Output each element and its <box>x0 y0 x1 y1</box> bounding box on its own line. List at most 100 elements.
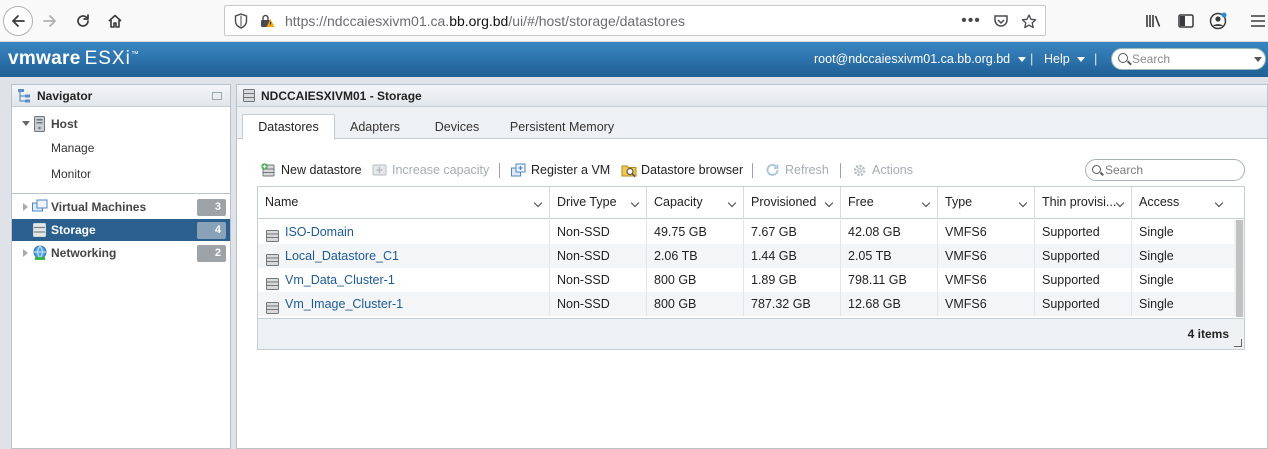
arrow-right-icon <box>43 15 56 27</box>
table-row[interactable]: Local_Datastore_C1 Non-SSD 2.06 TB 1.44 … <box>258 244 1234 268</box>
sidebar-icon[interactable] <box>1176 11 1196 31</box>
chevron-down-icon <box>1017 57 1026 63</box>
datastore-icon <box>266 298 279 314</box>
chevron-down-icon[interactable] <box>1115 198 1125 208</box>
register-vm-button[interactable]: Register a VM <box>511 161 610 179</box>
back-button[interactable] <box>3 6 33 36</box>
datastore-icon <box>266 250 279 266</box>
collapse-navigator-icon[interactable] <box>212 92 222 100</box>
pocket-icon[interactable] <box>993 13 1009 29</box>
nav-item-storage[interactable]: Storage 4 <box>12 219 230 241</box>
tab-datastores[interactable]: Datastores <box>242 114 335 140</box>
logo-vmware-text: vmware <box>8 48 81 69</box>
address-bar[interactable]: https://ndccaiesxivm01.ca.bb.org.bd/ui/#… <box>224 5 1046 36</box>
nav-divider <box>12 193 230 194</box>
tab-adapters[interactable]: Adapters <box>339 114 411 140</box>
chevron-down-icon[interactable] <box>1214 198 1224 208</box>
url-text[interactable]: https://ndccaiesxivm01.ca.bb.org.bd/ui/#… <box>285 13 685 29</box>
increase-capacity-button[interactable]: Increase capacity <box>372 161 489 179</box>
storage-icon <box>243 89 255 102</box>
actions-button[interactable]: Actions <box>852 161 913 179</box>
cell-name: Vm_Image_Cluster-1 <box>258 292 550 316</box>
column-header-drive-type[interactable]: Drive Type <box>550 187 647 219</box>
chevron-down-icon[interactable] <box>630 198 640 208</box>
page-title: NDCCAIESXIVM01 - Storage <box>261 88 422 103</box>
cell-drive-type: Non-SSD <box>550 268 647 292</box>
datastore-link[interactable]: Vm_Image_Cluster-1 <box>285 297 403 311</box>
datastore-browser-button[interactable]: Datastore browser <box>621 161 743 179</box>
shield-icon[interactable] <box>233 13 249 29</box>
nav-item-manage[interactable]: Manage <box>12 137 230 159</box>
cell-provisioned: 1.44 GB <box>744 244 841 268</box>
warning-lock-icon[interactable] <box>259 13 275 29</box>
logo-product-text: ESXi <box>84 48 131 69</box>
count-badge: 4 <box>197 222 226 239</box>
cell-free: 798.11 GB <box>841 268 938 292</box>
column-header-access[interactable]: Access <box>1132 187 1244 219</box>
increase-capacity-icon <box>372 163 387 177</box>
chevron-down-icon[interactable] <box>1018 198 1028 208</box>
forward-button[interactable] <box>35 6 65 36</box>
cell-type: VMFS6 <box>938 244 1035 268</box>
page-actions-icon[interactable]: ••• <box>961 12 980 29</box>
toolbar-separator <box>752 163 753 178</box>
column-header-capacity[interactable]: Capacity <box>647 187 744 219</box>
expand-toggle-icon[interactable] <box>22 121 30 126</box>
account-icon[interactable] <box>1208 11 1228 31</box>
nav-item-networking[interactable]: Networking 2 <box>12 242 230 264</box>
datastore-link[interactable]: ISO-Domain <box>285 225 354 239</box>
expand-toggle-icon[interactable] <box>23 203 28 211</box>
chevron-down-icon[interactable] <box>824 198 834 208</box>
column-header-provisioned[interactable]: Provisioned <box>744 187 841 219</box>
refresh-button[interactable]: Refresh <box>765 161 829 179</box>
nav-item-host[interactable]: Host <box>12 113 230 135</box>
tab-devices[interactable]: Devices <box>425 114 489 140</box>
items-count: 4 items <box>1187 327 1229 341</box>
vmware-esxi-logo: vmware ESXi™ <box>8 48 140 69</box>
table-row[interactable]: Vm_Image_Cluster-1 Non-SSD 800 GB 787.32… <box>258 292 1234 316</box>
chevron-down-icon[interactable] <box>727 198 737 208</box>
table-row[interactable]: Vm_Data_Cluster-1 Non-SSD 800 GB 1.89 GB… <box>258 268 1234 292</box>
column-header-name[interactable]: Name <box>258 187 550 219</box>
cell-drive-type: Non-SSD <box>550 292 647 316</box>
datastore-search-input[interactable]: Search <box>1085 159 1245 181</box>
home-button[interactable] <box>100 6 130 36</box>
expand-toggle-icon[interactable] <box>23 249 28 257</box>
tab-label: Devices <box>434 120 480 134</box>
new-datastore-button[interactable]: New datastore <box>261 161 362 179</box>
library-icon[interactable] <box>1144 11 1164 31</box>
column-header-thin-provisioning[interactable]: Thin provisi... <box>1035 187 1132 219</box>
nav-item-monitor[interactable]: Monitor <box>12 163 230 185</box>
table-row[interactable]: ISO-Domain Non-SSD 49.75 GB 7.67 GB 42.0… <box>258 220 1234 244</box>
chevron-down-icon[interactable] <box>1254 57 1262 62</box>
count-badge: 3 <box>197 199 226 216</box>
storage-icon <box>33 223 47 239</box>
nav-item-virtual-machines[interactable]: Virtual Machines 3 <box>12 196 230 218</box>
datastore-link[interactable]: Vm_Data_Cluster-1 <box>285 273 395 287</box>
cell-thin-provisioning: Supported <box>1035 244 1132 268</box>
column-header-type[interactable]: Type <box>938 187 1035 219</box>
resize-grip-icon[interactable] <box>1234 339 1242 347</box>
toolbar-label: Increase capacity <box>392 163 490 177</box>
content-header: NDCCAIESXIVM01 - Storage <box>237 85 1267 107</box>
header-search-input[interactable]: Search <box>1111 48 1266 70</box>
host-icon <box>34 116 48 132</box>
cell-capacity: 800 GB <box>647 292 744 316</box>
chevron-down-icon[interactable] <box>533 198 543 208</box>
column-label: Capacity <box>654 195 703 209</box>
menu-icon[interactable] <box>1248 11 1268 31</box>
reload-button[interactable] <box>68 6 98 36</box>
bookmark-star-icon[interactable] <box>1021 13 1037 29</box>
chevron-down-icon[interactable] <box>921 198 931 208</box>
column-header-free[interactable]: Free <box>841 187 938 219</box>
tab-persistent-memory[interactable]: Persistent Memory <box>505 114 619 140</box>
arrow-left-icon <box>12 15 25 27</box>
toolbar-label: Actions <box>872 163 913 177</box>
cell-free: 42.08 GB <box>841 220 938 244</box>
scrollbar-thumb[interactable] <box>1236 220 1243 317</box>
column-label: Type <box>945 195 973 209</box>
user-menu[interactable]: root@ndccaiesxivm01.ca.bb.org.bd <box>814 52 1026 66</box>
column-label: Name <box>265 195 299 209</box>
datastore-link[interactable]: Local_Datastore_C1 <box>285 249 399 263</box>
help-menu[interactable]: Help <box>1044 52 1086 66</box>
